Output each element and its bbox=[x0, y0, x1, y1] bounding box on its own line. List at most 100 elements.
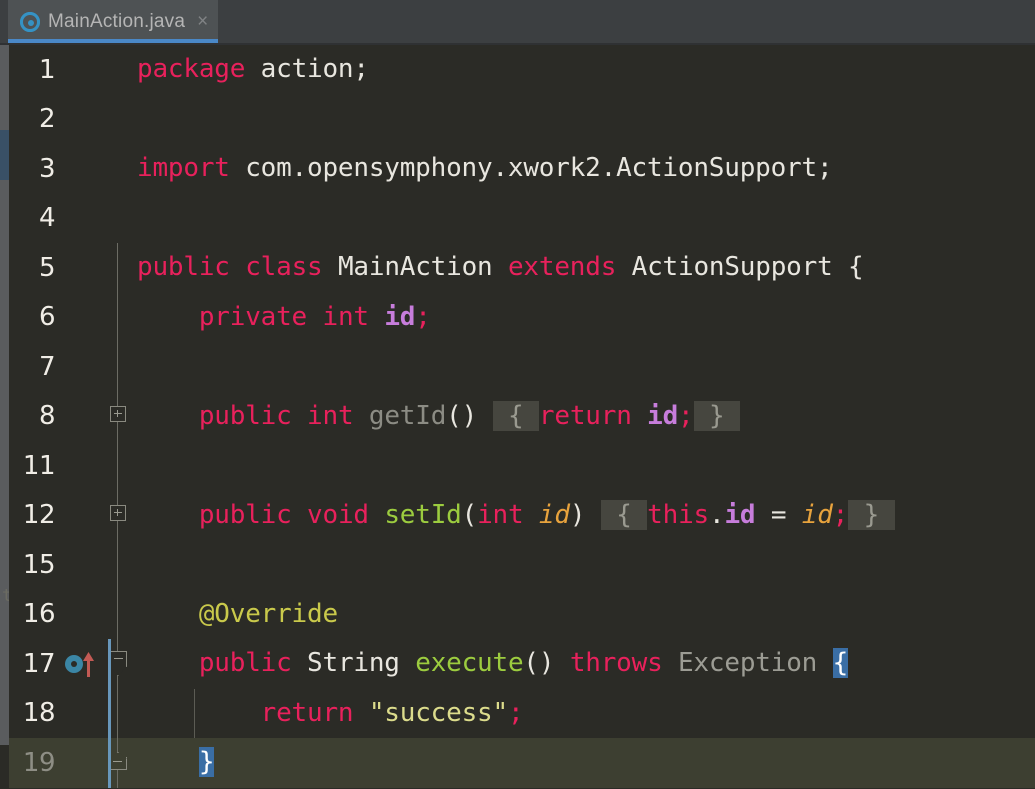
fold-gutter[interactable] bbox=[99, 194, 137, 244]
code-line[interactable]: 11 bbox=[9, 441, 1035, 491]
code-token: { bbox=[600, 499, 648, 530]
code-text[interactable]: @Override bbox=[137, 590, 1035, 640]
code-text[interactable]: public int getId() { return id; } bbox=[137, 392, 1035, 442]
code-line[interactable]: 19 } bbox=[9, 738, 1035, 788]
code-text[interactable]: package action; bbox=[137, 45, 1035, 95]
gutter-icon-area[interactable] bbox=[59, 491, 99, 541]
fold-gutter[interactable] bbox=[99, 589, 137, 639]
code-text[interactable]: import com.opensymphony.xwork2.ActionSup… bbox=[137, 144, 1035, 194]
code-token: { bbox=[492, 400, 539, 431]
fold-gutter[interactable] bbox=[99, 144, 137, 194]
rail-thumb[interactable] bbox=[0, 130, 9, 180]
vcs-change-marker[interactable] bbox=[108, 639, 111, 689]
code-line[interactable]: 15 bbox=[9, 540, 1035, 590]
fold-guide-line bbox=[117, 589, 118, 639]
code-line[interactable]: 1 package action; bbox=[9, 45, 1035, 95]
gutter-icon-area[interactable] bbox=[59, 243, 99, 293]
gutter-icon-area[interactable] bbox=[59, 689, 99, 739]
tab-mainaction-java[interactable]: MainAction.java × bbox=[8, 0, 219, 43]
left-marker-rail[interactable] bbox=[0, 45, 9, 745]
fold-gutter[interactable] bbox=[99, 490, 137, 540]
expand-fold-icon[interactable] bbox=[110, 405, 126, 422]
collapse-fold-end-icon[interactable] bbox=[109, 752, 127, 770]
code-line[interactable]: 16 @Override bbox=[9, 589, 1035, 640]
gutter-icon-area[interactable] bbox=[59, 738, 99, 788]
code-token: String bbox=[307, 648, 400, 678]
code-editor[interactable]: 1 package action; 2 3 import com.opensymphon… bbox=[9, 45, 1035, 789]
code-token: MainAction bbox=[337, 252, 493, 282]
code-text[interactable]: public class MainAction extends ActionSu… bbox=[137, 243, 1035, 293]
gutter-icon-area[interactable] bbox=[59, 342, 99, 392]
code-text[interactable]: public void setId(int id) { this.id = id… bbox=[137, 491, 1035, 541]
code-line[interactable]: 5 public class MainAction extends ActionS… bbox=[9, 243, 1035, 293]
line-number: 18 bbox=[22, 698, 56, 729]
vcs-change-marker[interactable] bbox=[108, 738, 111, 788]
gutter-icon-area[interactable] bbox=[59, 144, 99, 194]
fold-gutter[interactable] bbox=[99, 441, 137, 491]
gutter-icon-area[interactable] bbox=[59, 95, 99, 145]
code-line[interactable]: 7 bbox=[9, 342, 1035, 392]
code-token: { bbox=[832, 648, 849, 678]
fold-gutter[interactable] bbox=[99, 540, 137, 590]
code-token: public bbox=[198, 648, 292, 678]
code-line[interactable]: 4 bbox=[9, 194, 1035, 244]
code-line[interactable]: 17 public String execute() throws Except… bbox=[9, 639, 1035, 689]
gutter-icon-area[interactable] bbox=[59, 45, 99, 95]
code-text[interactable]: public String execute() throws Exception… bbox=[137, 639, 1035, 689]
expand-fold-icon[interactable] bbox=[110, 504, 126, 521]
code-token: { bbox=[832, 252, 864, 282]
gutter-icon-area[interactable] bbox=[59, 392, 99, 442]
fold-gutter[interactable] bbox=[99, 639, 137, 689]
code-line[interactable]: 12 public void setId(int id) { this.id =… bbox=[9, 490, 1035, 541]
code-text[interactable]: } bbox=[137, 738, 1035, 788]
code-token: import bbox=[137, 153, 230, 183]
code-token: public bbox=[198, 400, 292, 431]
fold-gutter[interactable] bbox=[99, 738, 137, 788]
fold-gutter[interactable] bbox=[99, 342, 137, 392]
overriding-method-icon[interactable] bbox=[65, 652, 99, 677]
code-line[interactable]: 3 import com.opensymphony.xwork2.ActionSu… bbox=[9, 144, 1035, 194]
collapse-fold-start-icon[interactable] bbox=[109, 651, 127, 667]
vcs-change-marker[interactable] bbox=[108, 688, 111, 738]
code-line[interactable]: 18 return "success"; bbox=[9, 688, 1035, 739]
gutter-icon-area[interactable] bbox=[59, 590, 99, 640]
fold-gutter[interactable] bbox=[99, 292, 137, 342]
code-text[interactable]: private int id; bbox=[137, 293, 1035, 343]
fold-gutter[interactable] bbox=[99, 688, 137, 738]
fold-gutter[interactable] bbox=[99, 391, 137, 441]
close-icon[interactable]: × bbox=[193, 12, 208, 31]
line-number: 3 bbox=[38, 153, 56, 184]
line-number: 1 bbox=[38, 54, 56, 85]
gutter-icon-area[interactable] bbox=[59, 194, 99, 244]
gutter-icon-area[interactable] bbox=[59, 540, 99, 590]
indent-guide bbox=[194, 688, 195, 738]
code-token: execute bbox=[415, 648, 524, 678]
fold-gutter[interactable] bbox=[99, 243, 137, 293]
fold-gutter[interactable] bbox=[99, 45, 137, 95]
line-number: 4 bbox=[38, 203, 56, 234]
code-text[interactable]: return "success"; bbox=[137, 689, 1035, 739]
gutter-icon-area[interactable] bbox=[59, 639, 99, 689]
gutter-icon-area[interactable] bbox=[59, 293, 99, 343]
gutter-icon-area[interactable] bbox=[59, 441, 99, 491]
code-line[interactable]: 2 bbox=[9, 95, 1035, 145]
code-line[interactable]: 8 public int getId() { return id; } bbox=[9, 391, 1035, 442]
fold-guide-line bbox=[117, 342, 118, 392]
code-token: () bbox=[523, 648, 555, 678]
fold-gutter[interactable] bbox=[99, 95, 137, 145]
code-line[interactable]: 6 private int id; bbox=[9, 292, 1035, 343]
